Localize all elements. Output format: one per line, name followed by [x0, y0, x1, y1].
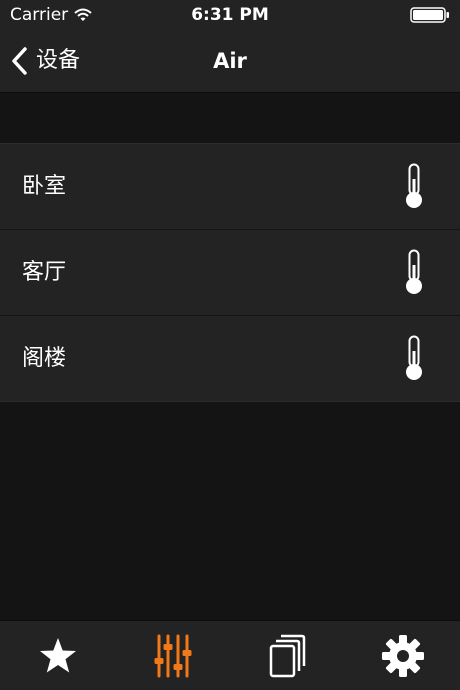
- status-bar: Carrier 6:31 PM: [0, 0, 460, 30]
- device-list: 卧室 客厅 阁楼: [0, 143, 460, 402]
- device-row-attic[interactable]: 阁楼: [0, 316, 460, 401]
- tab-pages[interactable]: [230, 621, 345, 690]
- thermometer-icon: [406, 249, 422, 294]
- tab-controls[interactable]: [115, 621, 230, 690]
- device-row-bedroom[interactable]: 卧室: [0, 144, 460, 230]
- screen: Carrier 6:31 PM 设备 Air 卧室 客厅 阁楼: [0, 0, 460, 690]
- nav-bar: 设备 Air: [0, 30, 460, 93]
- device-label: 客厅: [22, 260, 67, 285]
- status-time: 6:31 PM: [191, 5, 269, 25]
- star-icon: [39, 638, 76, 673]
- device-label: 卧室: [22, 174, 67, 199]
- tab-favorites[interactable]: [0, 621, 115, 690]
- gear-icon: [381, 635, 424, 677]
- thermometer-icon: [406, 163, 422, 208]
- battery-icon: [410, 7, 449, 23]
- tab-bar: [0, 620, 460, 690]
- device-row-living-room[interactable]: 客厅: [0, 230, 460, 316]
- page-title: Air: [213, 49, 247, 73]
- sliders-icon: [154, 634, 191, 678]
- thermometer-icon: [406, 335, 422, 380]
- pages-icon: [269, 634, 305, 678]
- device-label: 阁楼: [22, 346, 67, 371]
- tab-settings[interactable]: [345, 621, 460, 690]
